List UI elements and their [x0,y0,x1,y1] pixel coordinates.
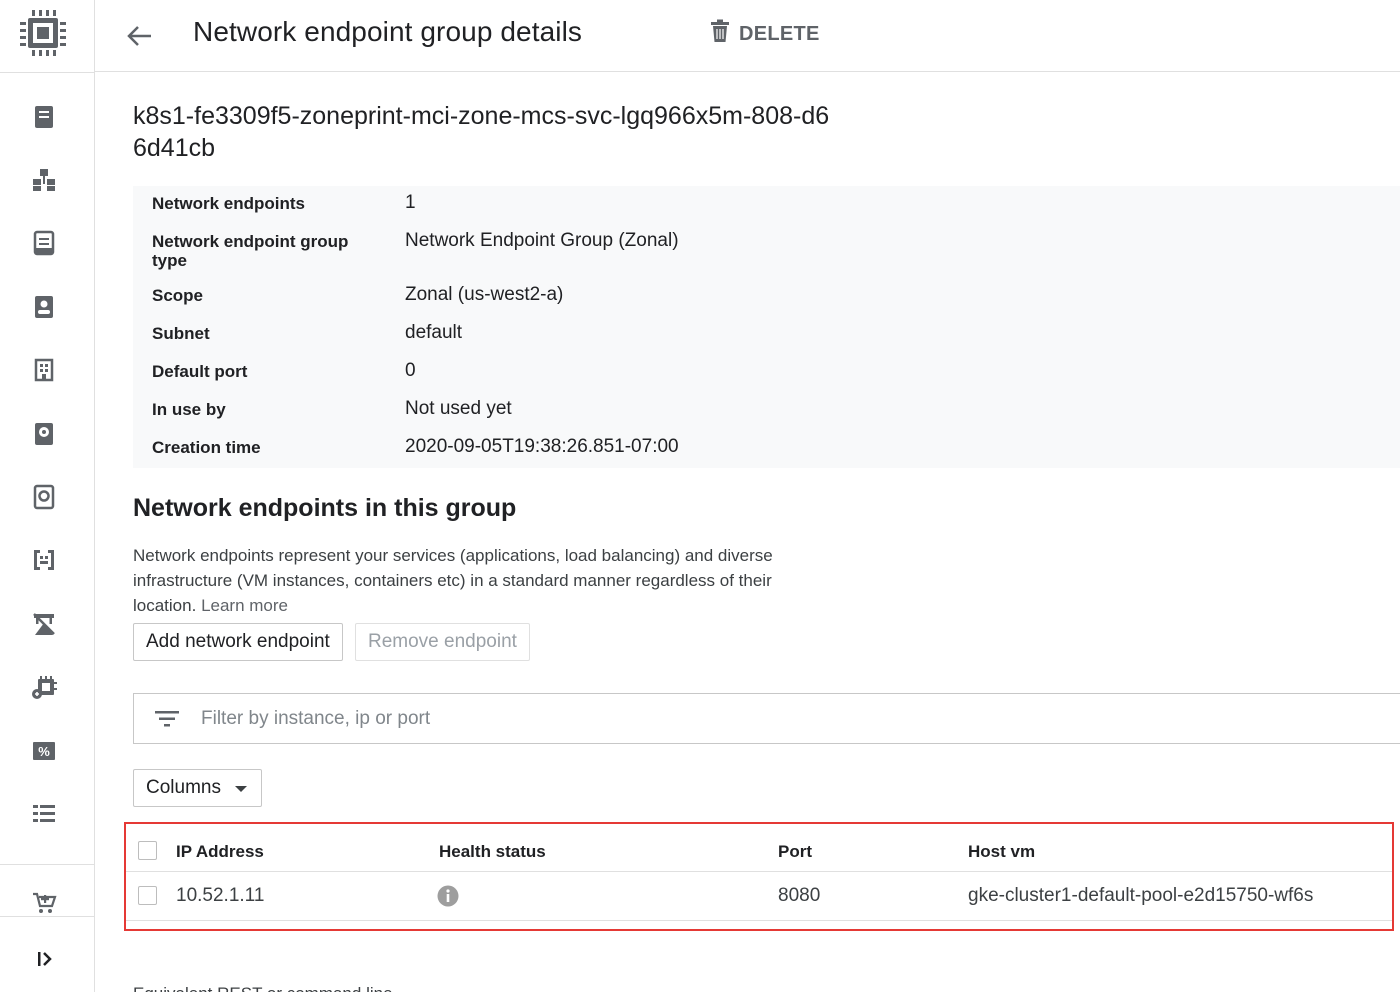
caret-down-icon [234,786,247,792]
column-header-host-vm[interactable]: Host vm [968,842,1035,862]
detail-key: Scope [152,286,204,305]
details-table: Network endpoints 1 Network endpoint gro… [133,186,1400,468]
column-header-health[interactable]: Health status [439,842,546,862]
metadata-icon[interactable] [31,801,57,827]
learn-more-link[interactable]: Learn more [201,596,288,615]
detail-value: Not used yet [405,398,512,419]
detail-key: Subnet [152,324,210,343]
detail-row: In use by Not used yet [133,392,1400,430]
disks-icon[interactable] [31,421,57,447]
table-row: 10.52.1.11 8080 gke-cluster1-default-poo… [126,873,1392,921]
detail-key: Network endpoints [152,194,306,213]
tpus-icon[interactable] [31,611,57,637]
detail-row: Subnet default [133,316,1400,354]
detail-key: Default port [152,362,248,381]
detail-value: 1 [405,192,416,213]
detail-row: Network endpoint group type Network Endp… [133,224,1400,278]
filter-input[interactable] [201,705,901,733]
detail-key: In use by [152,400,226,419]
instance-groups-icon[interactable] [31,167,57,193]
migrate-vms-icon[interactable] [31,674,57,700]
compute-engine-logo-icon[interactable] [18,8,68,58]
detail-value: 2020-09-05T19:38:26.851-07:00 [405,436,679,457]
detail-value: 0 [405,360,416,381]
column-header-ip[interactable]: IP Address [176,842,264,862]
detail-row: Creation time 2020-09-05T19:38:26.851-07… [133,430,1400,468]
detail-value: Zonal (us-west2-a) [405,284,564,305]
detail-value: Network Endpoint Group (Zonal) [405,230,679,251]
machine-images-icon[interactable] [31,357,57,383]
row-checkbox[interactable] [138,886,157,905]
collapse-sidebar-icon[interactable] [31,946,57,972]
endpoints-table: IP Address Health status Port Host vm 10… [124,822,1394,931]
column-header-port[interactable]: Port [778,842,812,862]
detail-key: Network endpoint group type [152,232,349,270]
columns-dropdown[interactable]: Columns [133,769,262,807]
instances-icon[interactable] [31,104,57,130]
page-header: Network endpoint group details DELETE [95,0,1400,72]
svg-text:%: % [38,744,50,759]
detail-key: Creation time [152,438,261,457]
detail-row: Network endpoints 1 [133,186,1400,224]
images-icon[interactable] [31,547,57,573]
host-vm-link[interactable]: gke-cluster1-default-pool-e2d15750-wf6s [968,885,1313,907]
neg-name-heading: k8s1-fe3309f5-zoneprint-mci-zone-mcs-svc… [133,102,830,162]
info-icon[interactable] [437,885,459,907]
section-description: Network endpoints represent your service… [133,543,803,618]
add-network-endpoint-button[interactable]: Add network endpoint [133,623,343,661]
back-arrow-icon[interactable] [123,20,155,52]
detail-row: Scope Zonal (us-west2-a) [133,278,1400,316]
filter-icon[interactable] [154,708,180,730]
ip-address-cell: 10.52.1.11 [176,885,265,906]
remove-endpoint-button[interactable]: Remove endpoint [355,623,530,661]
table-header-row: IP Address Health status Port Host vm [126,830,1392,872]
detail-row: Default port 0 [133,354,1400,392]
select-all-checkbox[interactable] [138,841,157,860]
filter-bar [133,693,1400,744]
main-content: k8s1-fe3309f5-zoneprint-mci-zone-mcs-svc… [124,100,1400,931]
left-nav-sidebar: % [0,0,95,992]
section-title: Network endpoints in this group [133,494,517,522]
detail-value: default [405,322,463,343]
trash-icon [709,19,739,49]
committed-use-discounts-icon[interactable]: % [31,738,57,764]
port-cell: 8080 [778,885,821,906]
page-title: Network endpoint group details [193,16,583,47]
marketplace-icon[interactable] [31,890,57,916]
equivalent-rest-link[interactable]: Equivalent REST or command line [133,984,393,992]
snapshots-icon[interactable] [31,484,57,510]
delete-button[interactable]: DELETE [709,19,820,49]
sole-tenant-nodes-icon[interactable] [31,294,57,320]
columns-label: Columns [146,777,221,798]
delete-label: DELETE [739,22,820,45]
instance-templates-icon[interactable] [31,230,57,256]
